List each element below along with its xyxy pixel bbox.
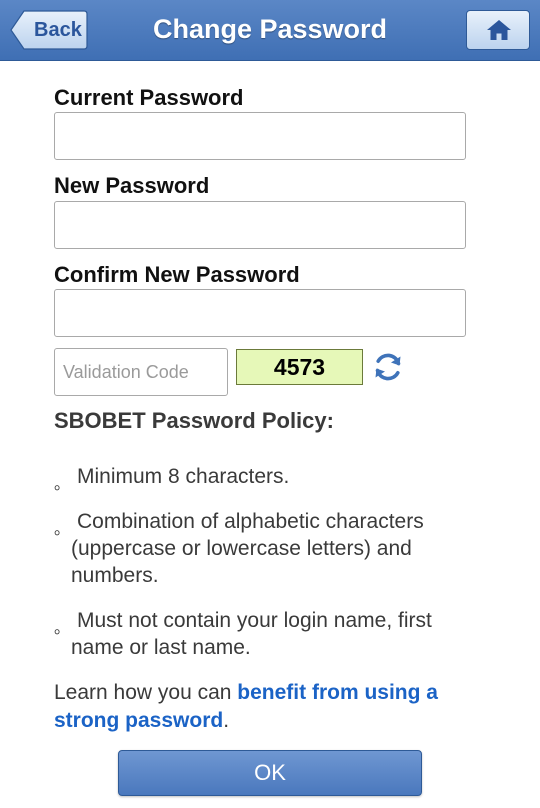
policy-item-text: Must not contain your login name, first … bbox=[71, 609, 432, 659]
validation-code-input[interactable] bbox=[54, 348, 228, 396]
new-password-label: New Password bbox=[54, 173, 210, 198]
policy-item-text: Minimum 8 characters. bbox=[77, 465, 290, 488]
policy-item: 。 Minimum 8 characters. bbox=[54, 463, 474, 493]
learn-prefix: Learn how you can bbox=[54, 681, 238, 704]
learn-suffix: . bbox=[223, 709, 230, 732]
current-password-label: Current Password bbox=[54, 85, 244, 110]
new-password-input[interactable] bbox=[54, 201, 466, 249]
confirm-password-input[interactable] bbox=[54, 289, 466, 337]
home-button[interactable] bbox=[466, 10, 530, 50]
policy-item-text: Combination of alphabetic characters (up… bbox=[71, 510, 424, 587]
policy-item: 。 Combination of alphabetic characters (… bbox=[54, 508, 474, 589]
captcha-code: 4573 bbox=[236, 349, 363, 385]
bullet-icon: 。 bbox=[54, 620, 71, 637]
header-bar: Back Change Password bbox=[0, 0, 540, 61]
ok-button[interactable]: OK bbox=[118, 750, 422, 796]
learn-more-text: Learn how you can benefit from using a s… bbox=[54, 679, 494, 735]
page-title: Change Password bbox=[152, 14, 388, 44]
policy-item: 。 Must not contain your login name, firs… bbox=[54, 607, 474, 661]
bullet-icon: 。 bbox=[54, 521, 71, 538]
home-icon bbox=[487, 20, 511, 40]
current-password-input[interactable] bbox=[54, 112, 466, 160]
policy-title: SBOBET Password Policy: bbox=[54, 408, 334, 433]
confirm-password-label: Confirm New Password bbox=[54, 262, 300, 287]
refresh-icon[interactable] bbox=[372, 351, 404, 383]
bullet-icon: 。 bbox=[54, 476, 71, 493]
